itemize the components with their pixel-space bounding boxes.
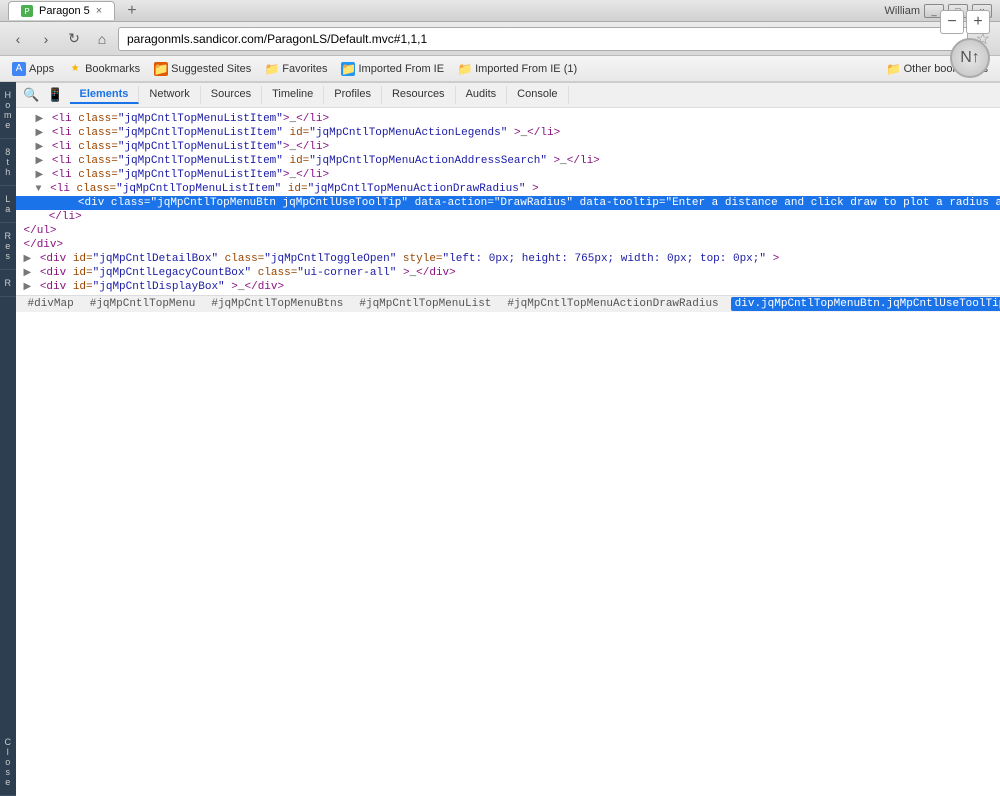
html-line[interactable]: ▶ <li class="jqMpCntlTopMenuListItem" id… xyxy=(16,126,1000,140)
html-line[interactable]: </li> xyxy=(16,210,1000,224)
browser-tab[interactable]: P Paragon 5 × xyxy=(8,1,115,20)
bookmarks-imported[interactable]: 📁 Imported From IE xyxy=(335,60,450,78)
devtools-tabs: Elements Network Sources Timeline Profil… xyxy=(70,86,569,104)
devtools-tab-elements[interactable]: Elements xyxy=(70,86,140,104)
html-line[interactable]: ▶ <li class="jqMpCntlTopMenuListItem" id… xyxy=(16,154,1000,168)
devtools-toolbar: 🔍 📱 Elements Network Sources Timeline Pr… xyxy=(16,83,1000,108)
html-line[interactable]: ▶ <div id="jqMpCntlLegacyCountBox" class… xyxy=(16,266,1000,280)
devtools-tab-sources[interactable]: Sources xyxy=(201,86,262,104)
html-line[interactable]: ▶ <div id="jqMpCntlDisplayBox" >_</div> xyxy=(16,280,1000,294)
devtools-tab-console[interactable]: Console xyxy=(507,86,568,104)
user-name: William xyxy=(885,5,920,17)
browser-toolbar: ‹ › ↻ ⌂ ☆ xyxy=(0,22,1000,56)
tab-favicon: P xyxy=(21,5,33,17)
html-line[interactable]: ▶ <li class="jqMpCntlTopMenuListItem">_<… xyxy=(16,168,1000,182)
html-line[interactable]: ▶ <li class="jqMpCntlTopMenuListItem">_<… xyxy=(16,112,1000,126)
forward-button[interactable]: › xyxy=(34,27,58,51)
tab-title: Paragon 5 xyxy=(39,5,90,17)
status-drawradius[interactable]: #jqMpCntlTopMenuActionDrawRadius xyxy=(503,297,722,311)
html-line-selected[interactable]: <div class="jqMpCntlTopMenuBtn jqMpCntlU… xyxy=(16,196,1000,210)
suggested-label: Suggested Sites xyxy=(171,63,251,75)
html-line[interactable]: ▶ <li class="jqMpCntlTopMenuListItem">_<… xyxy=(16,140,1000,154)
imported-label: Imported From IE xyxy=(358,63,444,75)
sidebar-item-la[interactable]: La xyxy=(0,186,16,223)
imported2-icon: 📁 xyxy=(458,62,472,76)
devtools-mobile-button[interactable]: 📱 xyxy=(46,85,66,105)
devtools-tab-timeline[interactable]: Timeline xyxy=(262,86,324,104)
status-topmenu[interactable]: #jqMpCntlTopMenu xyxy=(86,297,200,311)
sidebar-item-res[interactable]: Res xyxy=(0,223,16,270)
html-line[interactable]: ▶ <div id="jqMpCntlDetailBox" class="jqM… xyxy=(16,252,1000,266)
html-line[interactable]: </div> xyxy=(16,238,1000,252)
bookmarks-bar: A Apps ★ Bookmarks 📁 Suggested Sites 📁 F… xyxy=(0,56,1000,82)
status-divmap[interactable]: #divMap xyxy=(24,297,78,311)
sidebar-item-8th[interactable]: 8th xyxy=(0,139,16,186)
browser-titlebar: P Paragon 5 × + William _ □ × xyxy=(0,0,1000,22)
sidebar-item-close[interactable]: Close xyxy=(0,729,16,796)
sidebar-item-home[interactable]: Home xyxy=(0,82,16,139)
favorites-label: Favorites xyxy=(282,63,327,75)
html-line[interactable]: </ul> xyxy=(16,224,1000,238)
status-topmenulist[interactable]: #jqMpCntlTopMenuList xyxy=(355,297,495,311)
apps-label: Apps xyxy=(29,63,54,75)
favorites-icon: 📁 xyxy=(265,62,279,76)
main-content: Home 8th La Res R Close Bing Map Search … xyxy=(0,82,1000,796)
suggested-icon: 📁 xyxy=(154,62,168,76)
home-button[interactable]: ⌂ xyxy=(90,27,114,51)
bookmarks-label: Bookmarks xyxy=(85,63,140,75)
other-icon: 📁 xyxy=(887,62,901,76)
status-active-element[interactable]: div.jqMpCntlTopMenuBtn.jqMpCntlUseToolTi… xyxy=(731,297,1000,311)
devtools-tab-resources[interactable]: Resources xyxy=(382,86,456,104)
apps-icon: A xyxy=(12,62,26,76)
devtools-content: ▶ <li class="jqMpCntlTopMenuListItem">_<… xyxy=(16,108,1000,295)
new-tab-button[interactable]: + xyxy=(119,0,144,23)
reload-button[interactable]: ↻ xyxy=(62,27,86,51)
left-sidebar: Home 8th La Res R Close xyxy=(0,82,16,796)
devtools-statusbar: #divMap #jqMpCntlTopMenu #jqMpCntlTopMen… xyxy=(16,295,1000,312)
bookmarks-apps[interactable]: A Apps xyxy=(6,60,60,78)
devtools-tab-profiles[interactable]: Profiles xyxy=(324,86,382,104)
bookmarks-bookmarks[interactable]: ★ Bookmarks xyxy=(62,60,146,78)
bookmarks-favorites[interactable]: 📁 Favorites xyxy=(259,60,333,78)
devtools-inspect-button[interactable]: 🔍 xyxy=(22,85,42,105)
bookmarks-icon: ★ xyxy=(68,62,82,76)
address-bar[interactable] xyxy=(118,27,968,51)
back-button[interactable]: ‹ xyxy=(6,27,30,51)
imported-icon: 📁 xyxy=(341,62,355,76)
devtools-tab-network[interactable]: Network xyxy=(139,86,200,104)
devtools-tab-audits[interactable]: Audits xyxy=(456,86,508,104)
sidebar-item-r[interactable]: R xyxy=(0,270,16,297)
bookmarks-imported2[interactable]: 📁 Imported From IE (1) xyxy=(452,60,583,78)
html-panel: ▶ <li class="jqMpCntlTopMenuListItem">_<… xyxy=(16,108,1000,295)
status-topmenubtns[interactable]: #jqMpCntlTopMenuBtns xyxy=(207,297,347,311)
tab-close-button[interactable]: × xyxy=(96,5,102,17)
imported2-label: Imported From IE (1) xyxy=(475,63,577,75)
html-line[interactable]: ▼ <li class="jqMpCntlTopMenuListItem" id… xyxy=(16,182,1000,196)
devtools-area: 🔍 📱 Elements Network Sources Timeline Pr… xyxy=(16,82,1000,312)
bookmarks-suggested[interactable]: 📁 Suggested Sites xyxy=(148,60,257,78)
